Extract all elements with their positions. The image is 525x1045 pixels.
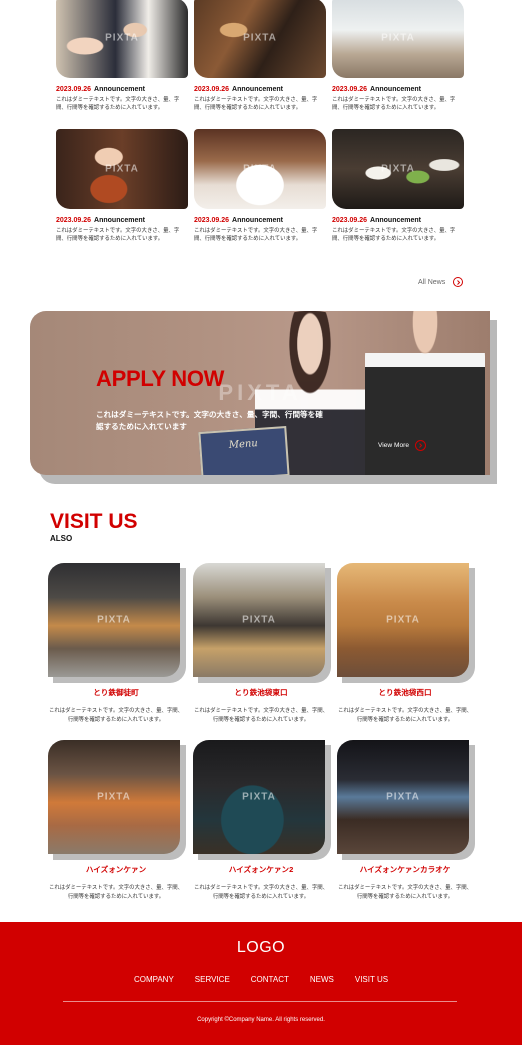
news-date: 2023.09.26 bbox=[332, 86, 368, 93]
news-date: 2023.09.26 bbox=[56, 86, 92, 93]
store-photo[interactable]: PIXTA bbox=[337, 563, 469, 677]
news-category: Announcement bbox=[94, 217, 145, 224]
watermark-text: PIXTA bbox=[242, 614, 276, 626]
watermark-text: PIXTA bbox=[105, 163, 139, 175]
footer-logo[interactable]: LOGO bbox=[0, 939, 522, 957]
footer-nav-news[interactable]: NEWS bbox=[310, 975, 334, 984]
store-description: これはダミーテキストです。文字の大きさ、量、字間、行間等を確認するために入れてい… bbox=[48, 885, 184, 900]
news-photo[interactable]: PIXTA bbox=[332, 129, 464, 209]
store-name: とり鉄池袋東口 bbox=[234, 688, 288, 697]
apply-text: これはダミーテキストです。文字の大きさ、量、字間、行間等を確認するために入れてい… bbox=[96, 410, 323, 432]
store-card[interactable]: PIXTA ハイズォンケァン これはダミーテキストです。文字の大きさ、量、字間、… bbox=[48, 740, 186, 901]
store-description: これはダミーテキストです。文字の大きさ、量、字間、行間等を確認するために入れてい… bbox=[193, 708, 329, 723]
store-name: とり鉄池袋西口 bbox=[378, 688, 432, 697]
watermark-text: PIXTA bbox=[218, 380, 302, 405]
watermark-text: PIXTA bbox=[381, 163, 415, 175]
footer-nav-company[interactable]: COMPANY bbox=[134, 975, 174, 984]
arrow-right-icon bbox=[415, 440, 427, 451]
all-news-link[interactable]: All News bbox=[418, 277, 464, 287]
all-news-label: All News bbox=[418, 278, 446, 286]
news-excerpt: これはダミーテキストです。文字の大きさ、量、字間、行間等を確認するために入れてい… bbox=[194, 97, 318, 112]
news-photo[interactable]: PIXTA bbox=[194, 0, 326, 78]
view-more-label: View More bbox=[378, 442, 410, 449]
news-date: 2023.09.26 bbox=[194, 217, 230, 224]
footer-nav: COMPANY SERVICE CONTACT NEWS VISIT US bbox=[0, 975, 522, 984]
news-category: Announcement bbox=[94, 86, 145, 93]
store-photo[interactable]: PIXTA bbox=[48, 740, 180, 854]
store-card[interactable]: PIXTA とり鉄池袋東口 これはダミーテキストです。文字の大きさ、量、字間、行… bbox=[193, 563, 331, 724]
watermark-text: PIXTA bbox=[243, 163, 277, 175]
news-category: Announcement bbox=[232, 217, 283, 224]
store-photo[interactable]: PIXTA bbox=[337, 740, 469, 854]
watermark-text: PIXTA bbox=[97, 791, 131, 803]
store-description: これはダミーテキストです。文字の大きさ、量、字間、行間等を確認するために入れてい… bbox=[337, 708, 473, 723]
footer-nav-service[interactable]: SERVICE bbox=[195, 975, 230, 984]
store-description: これはダミーテキストです。文字の大きさ、量、字間、行間等を確認するために入れてい… bbox=[48, 708, 184, 723]
news-photo[interactable]: PIXTA bbox=[332, 0, 464, 78]
footer-nav-visit-us[interactable]: VISIT US bbox=[355, 975, 388, 984]
news-card[interactable]: PIXTA 2023.09.26 Announcement これはダミーテキストで… bbox=[332, 129, 464, 244]
news-excerpt: これはダミーテキストです。文字の大きさ、量、字間、行間等を確認するために入れてい… bbox=[194, 228, 318, 243]
watermark-text: PIXTA bbox=[105, 32, 139, 44]
news-card[interactable]: PIXTA 2023.09.26 Announcement これはダミーテキストで… bbox=[332, 0, 464, 113]
store-card[interactable]: PIXTA ハイズォンケァン2 これはダミーテキストです。文字の大きさ、量、字間… bbox=[193, 740, 331, 901]
news-photo[interactable]: PIXTA bbox=[194, 129, 326, 209]
watermark-text: PIXTA bbox=[386, 791, 420, 803]
store-card[interactable]: PIXTA ハイズォンケァンカラオケ これはダミーテキストです。文字の大きさ、量… bbox=[337, 740, 475, 901]
visit-title: VISIT US bbox=[50, 510, 138, 533]
news-card[interactable]: PIXTA 2023.09.26 Announcement これはダミーテキストで… bbox=[194, 0, 326, 113]
watermark-text: PIXTA bbox=[243, 32, 277, 44]
news-photo[interactable]: PIXTA bbox=[56, 0, 188, 78]
news-excerpt: これはダミーテキストです。文字の大きさ、量、字間、行間等を確認するために入れてい… bbox=[56, 97, 180, 112]
news-date: 2023.09.26 bbox=[332, 217, 368, 224]
news-date: 2023.09.26 bbox=[56, 217, 92, 224]
store-photo[interactable]: PIXTA bbox=[193, 563, 325, 677]
store-description: これはダミーテキストです。文字の大きさ、量、字間、行間等を確認するために入れてい… bbox=[193, 885, 329, 900]
view-more-link[interactable]: View More bbox=[378, 440, 427, 451]
store-photo[interactable]: PIXTA bbox=[193, 740, 325, 854]
watermark-text: PIXTA bbox=[97, 614, 131, 626]
news-photo[interactable]: PIXTA bbox=[56, 129, 188, 209]
news-excerpt: これはダミーテキストです。文字の大きさ、量、字間、行間等を確認するために入れてい… bbox=[56, 228, 180, 243]
store-photo[interactable]: PIXTA bbox=[48, 563, 180, 677]
watermark-text: PIXTA bbox=[386, 614, 420, 626]
store-name: とり鉄御徒町 bbox=[93, 688, 139, 697]
menu-book-label: Menu bbox=[228, 438, 259, 452]
footer: LOGO COMPANY SERVICE CONTACT NEWS VISIT … bbox=[0, 922, 522, 1045]
store-name: ハイズォンケァン2 bbox=[228, 865, 294, 874]
footer-divider bbox=[63, 1001, 457, 1002]
store-card[interactable]: PIXTA とり鉄池袋西口 これはダミーテキストです。文字の大きさ、量、字間、行… bbox=[337, 563, 475, 724]
store-name: ハイズォンケァンカラオケ bbox=[359, 865, 451, 874]
menu-book-image: Menu bbox=[198, 425, 290, 475]
apply-banner[interactable]: Menu PIXTA APPLY NOW これはダミーテキストです。文字の大きさ… bbox=[30, 311, 490, 475]
news-card[interactable]: PIXTA 2023.09.26 Announcement これはダミーテキストで… bbox=[56, 129, 188, 244]
news-excerpt: これはダミーテキストです。文字の大きさ、量、字間、行間等を確認するために入れてい… bbox=[332, 228, 456, 243]
store-description: これはダミーテキストです。文字の大きさ、量、字間、行間等を確認するために入れてい… bbox=[337, 885, 473, 900]
news-excerpt: これはダミーテキストです。文字の大きさ、量、字間、行間等を確認するために入れてい… bbox=[332, 97, 456, 112]
news-card[interactable]: PIXTA 2023.09.26 Announcement これはダミーテキストで… bbox=[194, 129, 326, 244]
news-card[interactable]: PIXTA 2023.09.26 Announcement これはダミーテキストで… bbox=[56, 0, 188, 113]
footer-nav-contact[interactable]: CONTACT bbox=[251, 975, 289, 984]
news-category: Announcement bbox=[232, 86, 283, 93]
arrow-right-icon bbox=[453, 277, 464, 287]
news-category: Announcement bbox=[370, 217, 421, 224]
news-category: Announcement bbox=[370, 86, 421, 93]
watermark-text: PIXTA bbox=[381, 32, 415, 44]
visit-subtitle: ALSO bbox=[50, 534, 73, 543]
store-card[interactable]: PIXTA とり鉄御徒町 これはダミーテキストです。文字の大きさ、量、字間、行間… bbox=[48, 563, 186, 724]
copyright-text: Copyright ©Company Name. All rights rese… bbox=[197, 1017, 325, 1023]
store-name: ハイズォンケァン bbox=[85, 865, 147, 874]
news-date: 2023.09.26 bbox=[194, 86, 230, 93]
apply-title: APPLY NOW bbox=[96, 366, 225, 391]
watermark-text: PIXTA bbox=[242, 791, 276, 803]
